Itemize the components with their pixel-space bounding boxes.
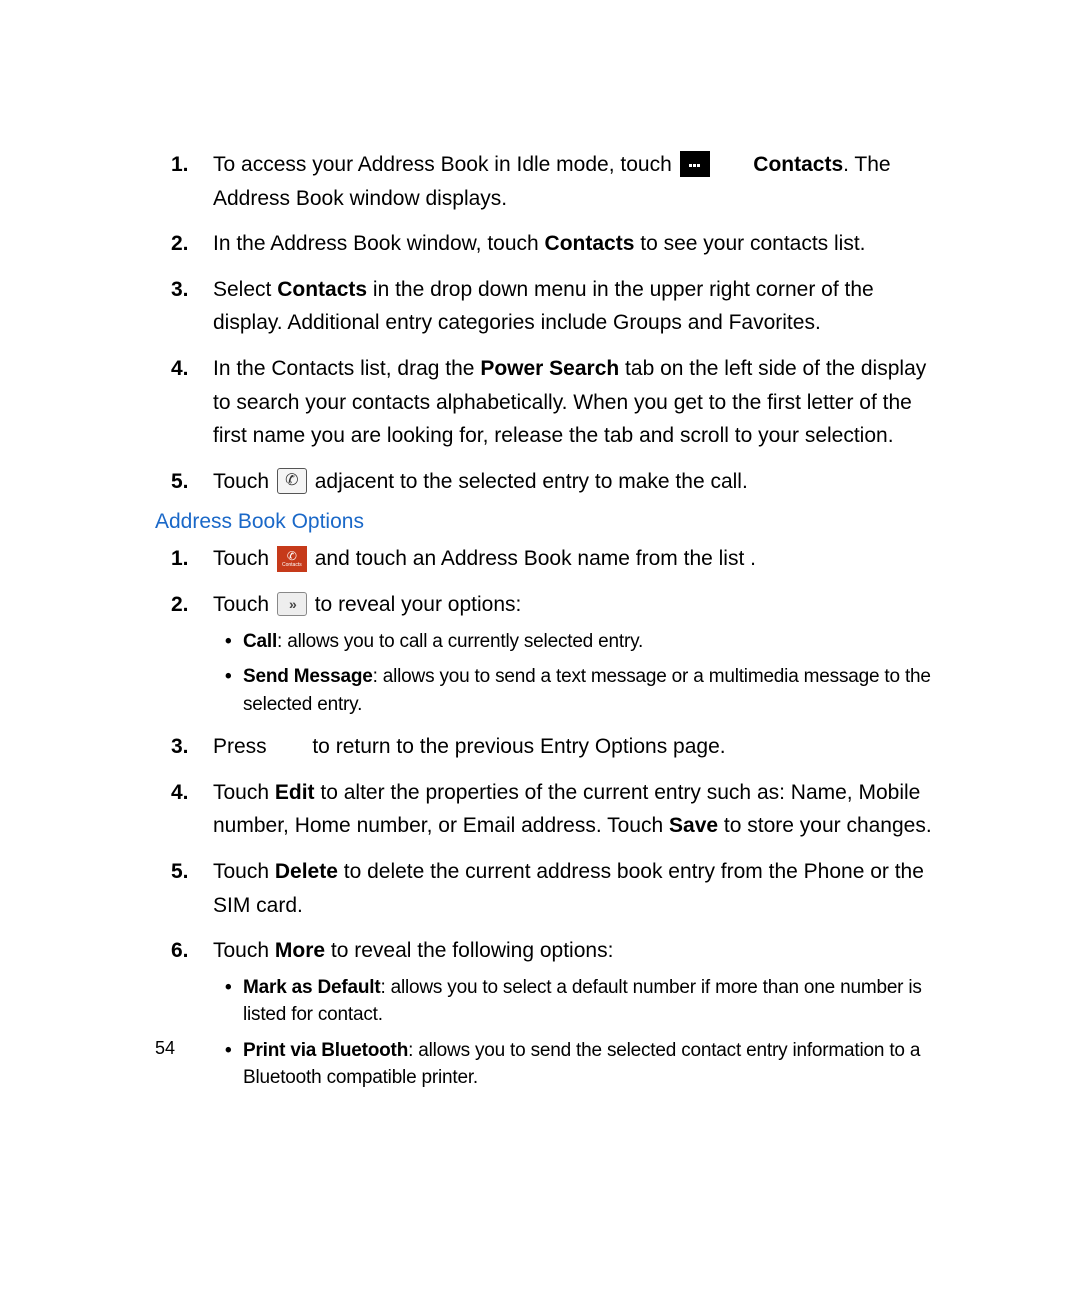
bold-text: Contacts <box>753 153 843 176</box>
bold-text: Power Search <box>480 357 619 380</box>
manual-page: 1. To access your Address Book in Idle m… <box>0 0 1080 1092</box>
list-item: 2. Touch » to reveal your options: Call:… <box>145 588 935 718</box>
text: and touch an Address Book name from the … <box>315 547 756 570</box>
item-number: 1. <box>171 148 189 182</box>
list-item: 1. To access your Address Book in Idle m… <box>145 148 935 215</box>
bullet-item: Call: allows you to call a currently sel… <box>213 628 935 656</box>
text: Touch <box>213 593 275 616</box>
item-number: 2. <box>171 227 189 261</box>
list-item: 2. In the Address Book window, touch Con… <box>145 227 935 261</box>
section-heading: Address Book Options <box>145 510 935 534</box>
list-item: 3. Press to return to the previous Entry… <box>145 730 935 764</box>
bullet-list: Call: allows you to call a currently sel… <box>213 628 935 719</box>
item-number: 2. <box>171 588 189 622</box>
bold-text: Delete <box>275 860 338 883</box>
item-number: 4. <box>171 776 189 810</box>
bold-text: Mark as Default <box>243 977 380 998</box>
list-item: 6. Touch More to reveal the following op… <box>145 934 935 1092</box>
text: : allows you to call a currently selecte… <box>277 631 643 652</box>
text: adjacent to the selected entry to make t… <box>315 470 748 493</box>
bold-text: Edit <box>275 781 315 804</box>
bold-text: Save <box>669 814 718 837</box>
ordered-list-1: 1. To access your Address Book in Idle m… <box>145 148 935 498</box>
item-number: 5. <box>171 855 189 889</box>
list-item: 4. In the Contacts list, drag the Power … <box>145 352 935 453</box>
text: Touch <box>213 781 275 804</box>
bullet-item: Send Message: allows you to send a text … <box>213 663 935 718</box>
text: Select <box>213 278 277 301</box>
text: Touch <box>213 939 275 962</box>
text: To access your Address Book in Idle mode… <box>213 153 678 176</box>
bold-text: Contacts <box>277 278 367 301</box>
text: to reveal the following options: <box>325 939 613 962</box>
contacts-icon: ✆ Contacts <box>277 546 307 572</box>
ordered-list-2: 1. Touch ✆ Contacts and touch an Address… <box>145 542 935 1092</box>
text: Press <box>213 735 273 758</box>
item-number: 3. <box>171 273 189 307</box>
text: Touch <box>213 860 275 883</box>
list-item: 3. Select Contacts in the drop down menu… <box>145 273 935 340</box>
list-item: 1. Touch ✆ Contacts and touch an Address… <box>145 542 935 576</box>
text: In the Contacts list, drag the <box>213 357 480 380</box>
item-number: 6. <box>171 934 189 968</box>
item-number: 1. <box>171 542 189 576</box>
list-item: 5. Touch ✆ adjacent to the selected entr… <box>145 465 935 499</box>
item-number: 3. <box>171 730 189 764</box>
bold-text: Call <box>243 631 277 652</box>
bold-text: Print via Bluetooth <box>243 1040 408 1061</box>
text: In the Address Book window, touch <box>213 232 545 255</box>
text: to see your contacts list. <box>634 232 865 255</box>
text: to store your changes. <box>718 814 932 837</box>
text: to reveal your options: <box>315 593 522 616</box>
bold-text: Contacts <box>545 232 635 255</box>
text: Touch <box>213 470 275 493</box>
list-item: 5. Touch Delete to delete the current ad… <box>145 855 935 922</box>
menu-icon: Menu <box>680 151 710 177</box>
item-number: 5. <box>171 465 189 499</box>
page-number: 54 <box>155 1038 175 1059</box>
bold-text: More <box>275 939 325 962</box>
bullet-item: Mark as Default: allows you to select a … <box>213 974 935 1029</box>
call-icon: ✆ <box>277 468 307 494</box>
text: to return to the previous Entry Options … <box>307 735 726 758</box>
list-item: 4. Touch Edit to alter the properties of… <box>145 776 935 843</box>
item-number: 4. <box>171 352 189 386</box>
double-chevron-icon: » <box>277 592 307 616</box>
bold-text: Send Message <box>243 666 373 687</box>
bullet-list: Mark as Default: allows you to select a … <box>213 974 935 1092</box>
bullet-item: Print via Bluetooth: allows you to send … <box>213 1037 935 1092</box>
text: Touch <box>213 547 275 570</box>
